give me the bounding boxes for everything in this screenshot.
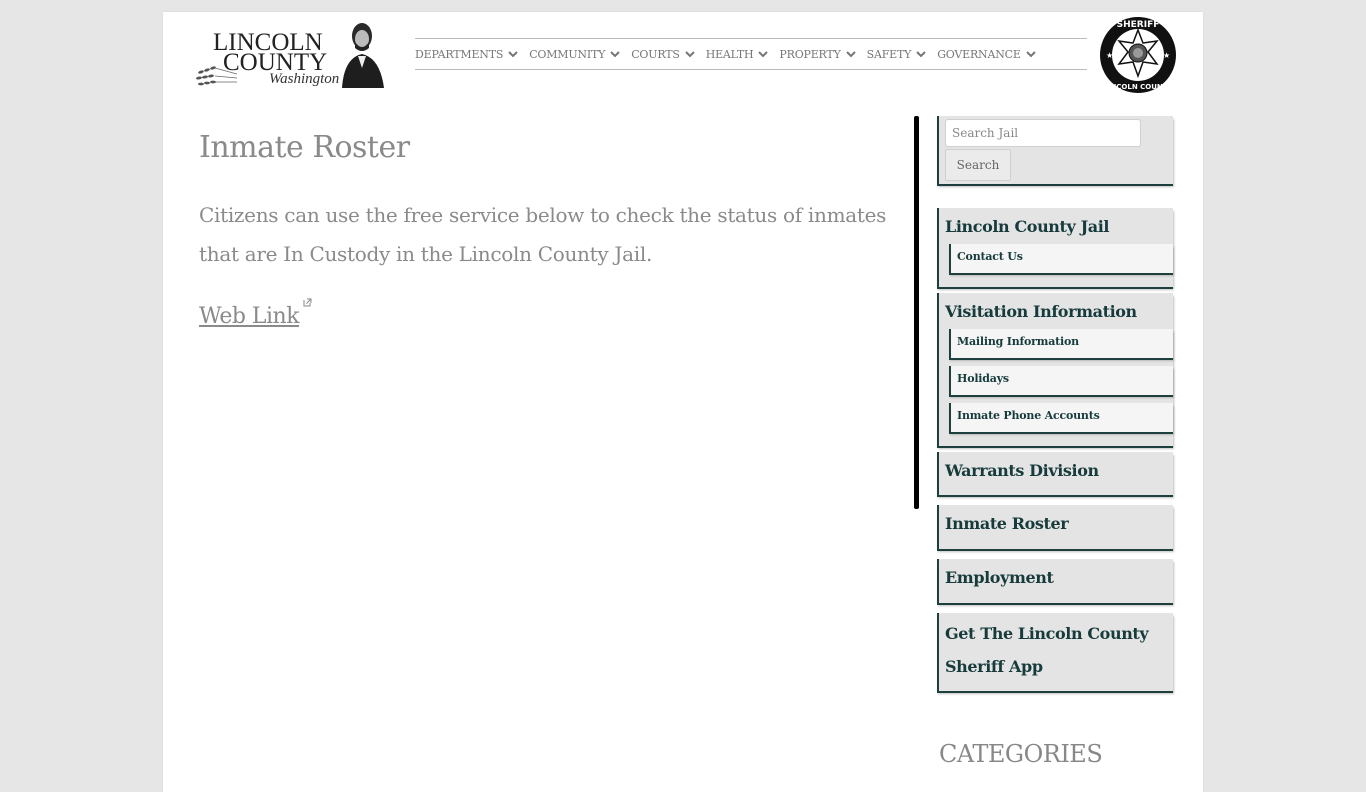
widget-title-inmate-roster[interactable]: Inmate Roster bbox=[939, 505, 1173, 549]
nav-label: GOVERNANCE bbox=[937, 47, 1021, 61]
widget-title-employment[interactable]: Employment bbox=[939, 559, 1173, 603]
logo-text-washington: Washington bbox=[269, 71, 340, 87]
nav-label: DEPARTMENTS bbox=[415, 47, 504, 61]
chevron-down-icon bbox=[758, 51, 769, 58]
widget-employment: Employment bbox=[937, 559, 1173, 603]
main-nav: DEPARTMENTS COMMUNITY COURTS HEALTH PROP… bbox=[415, 38, 1087, 70]
page-container: LINCOLN COUNTY Washington DEPARTMENTS CO… bbox=[163, 12, 1203, 792]
sheriff-badge-icon[interactable]: SHERIFF LINCOLN COUNTY ★ ★ bbox=[1099, 16, 1177, 94]
search-widget: Search bbox=[937, 116, 1173, 184]
nav-label: COMMUNITY bbox=[529, 47, 606, 61]
nav-governance[interactable]: GOVERNANCE bbox=[937, 48, 1036, 61]
submenu-item-contact-us[interactable]: Contact Us bbox=[949, 244, 1173, 273]
chevron-down-icon bbox=[845, 51, 856, 58]
nav-courts[interactable]: COURTS bbox=[631, 47, 695, 61]
nav-property[interactable]: PROPERTY bbox=[779, 47, 856, 61]
nav-community[interactable]: COMMUNITY bbox=[529, 48, 620, 61]
widget-title-sheriff-app[interactable]: Get The Lincoln County Sheriff App bbox=[939, 613, 1173, 691]
widget-submenu: Contact Us bbox=[939, 244, 1173, 287]
nav-label: PROPERTY bbox=[779, 47, 841, 61]
nav-safety[interactable]: SAFETY bbox=[867, 48, 927, 61]
submenu-item-holidays[interactable]: Holidays bbox=[949, 366, 1173, 395]
nav-label: HEALTH bbox=[705, 47, 754, 61]
widget-inmate-roster: Inmate Roster bbox=[937, 505, 1173, 549]
nav-health[interactable]: HEALTH bbox=[706, 48, 769, 61]
chevron-down-icon bbox=[610, 51, 620, 58]
star-icon: ★ bbox=[1163, 51, 1170, 60]
widget-title-lincoln-county-jail[interactable]: Lincoln County Jail bbox=[939, 208, 1173, 244]
intro-paragraph: Citizens can use the free service below … bbox=[199, 203, 887, 266]
search-jail-input[interactable] bbox=[945, 119, 1141, 147]
badge-bottom-text: LINCOLN COUNTY bbox=[1103, 83, 1173, 91]
categories-heading: CATEGORIES bbox=[939, 740, 1103, 768]
sidebar: Search Lincoln County Jail Contact Us Vi… bbox=[937, 116, 1173, 701]
page-title: Inmate Roster bbox=[199, 130, 410, 165]
chevron-down-icon bbox=[1025, 51, 1036, 58]
external-link-icon bbox=[303, 298, 312, 307]
chevron-down-icon bbox=[684, 51, 695, 58]
web-link[interactable]: Web Link bbox=[199, 304, 300, 329]
nav-label: SAFETY bbox=[866, 47, 912, 61]
site-logo[interactable]: LINCOLN COUNTY Washington bbox=[193, 16, 385, 94]
widget-warrants-division: Warrants Division bbox=[937, 452, 1173, 495]
star-icon: ★ bbox=[1106, 51, 1113, 60]
submenu-item-inmate-phone-accounts[interactable]: Inmate Phone Accounts bbox=[949, 403, 1173, 432]
widget-visitation-information: Visitation Information Mailing Informati… bbox=[937, 293, 1173, 446]
submenu-item-mailing-information[interactable]: Mailing Information bbox=[949, 329, 1173, 358]
chevron-down-icon bbox=[916, 51, 926, 58]
search-button[interactable]: Search bbox=[945, 149, 1011, 181]
widget-title-warrants-division[interactable]: Warrants Division bbox=[939, 452, 1173, 495]
chevron-down-icon bbox=[508, 51, 518, 58]
widget-lincoln-county-jail: Lincoln County Jail Contact Us bbox=[937, 208, 1173, 287]
lincoln-portrait-icon bbox=[342, 23, 384, 88]
nav-label: COURTS bbox=[631, 47, 680, 61]
widget-title-visitation-information[interactable]: Visitation Information bbox=[939, 293, 1173, 329]
nav-departments[interactable]: DEPARTMENTS bbox=[415, 48, 518, 61]
widget-sheriff-app: Get The Lincoln County Sheriff App bbox=[937, 613, 1173, 691]
badge-top-text: SHERIFF bbox=[1117, 20, 1160, 30]
content-divider bbox=[914, 116, 919, 509]
widget-submenu: Mailing Information Holidays Inmate Phon… bbox=[939, 329, 1173, 446]
